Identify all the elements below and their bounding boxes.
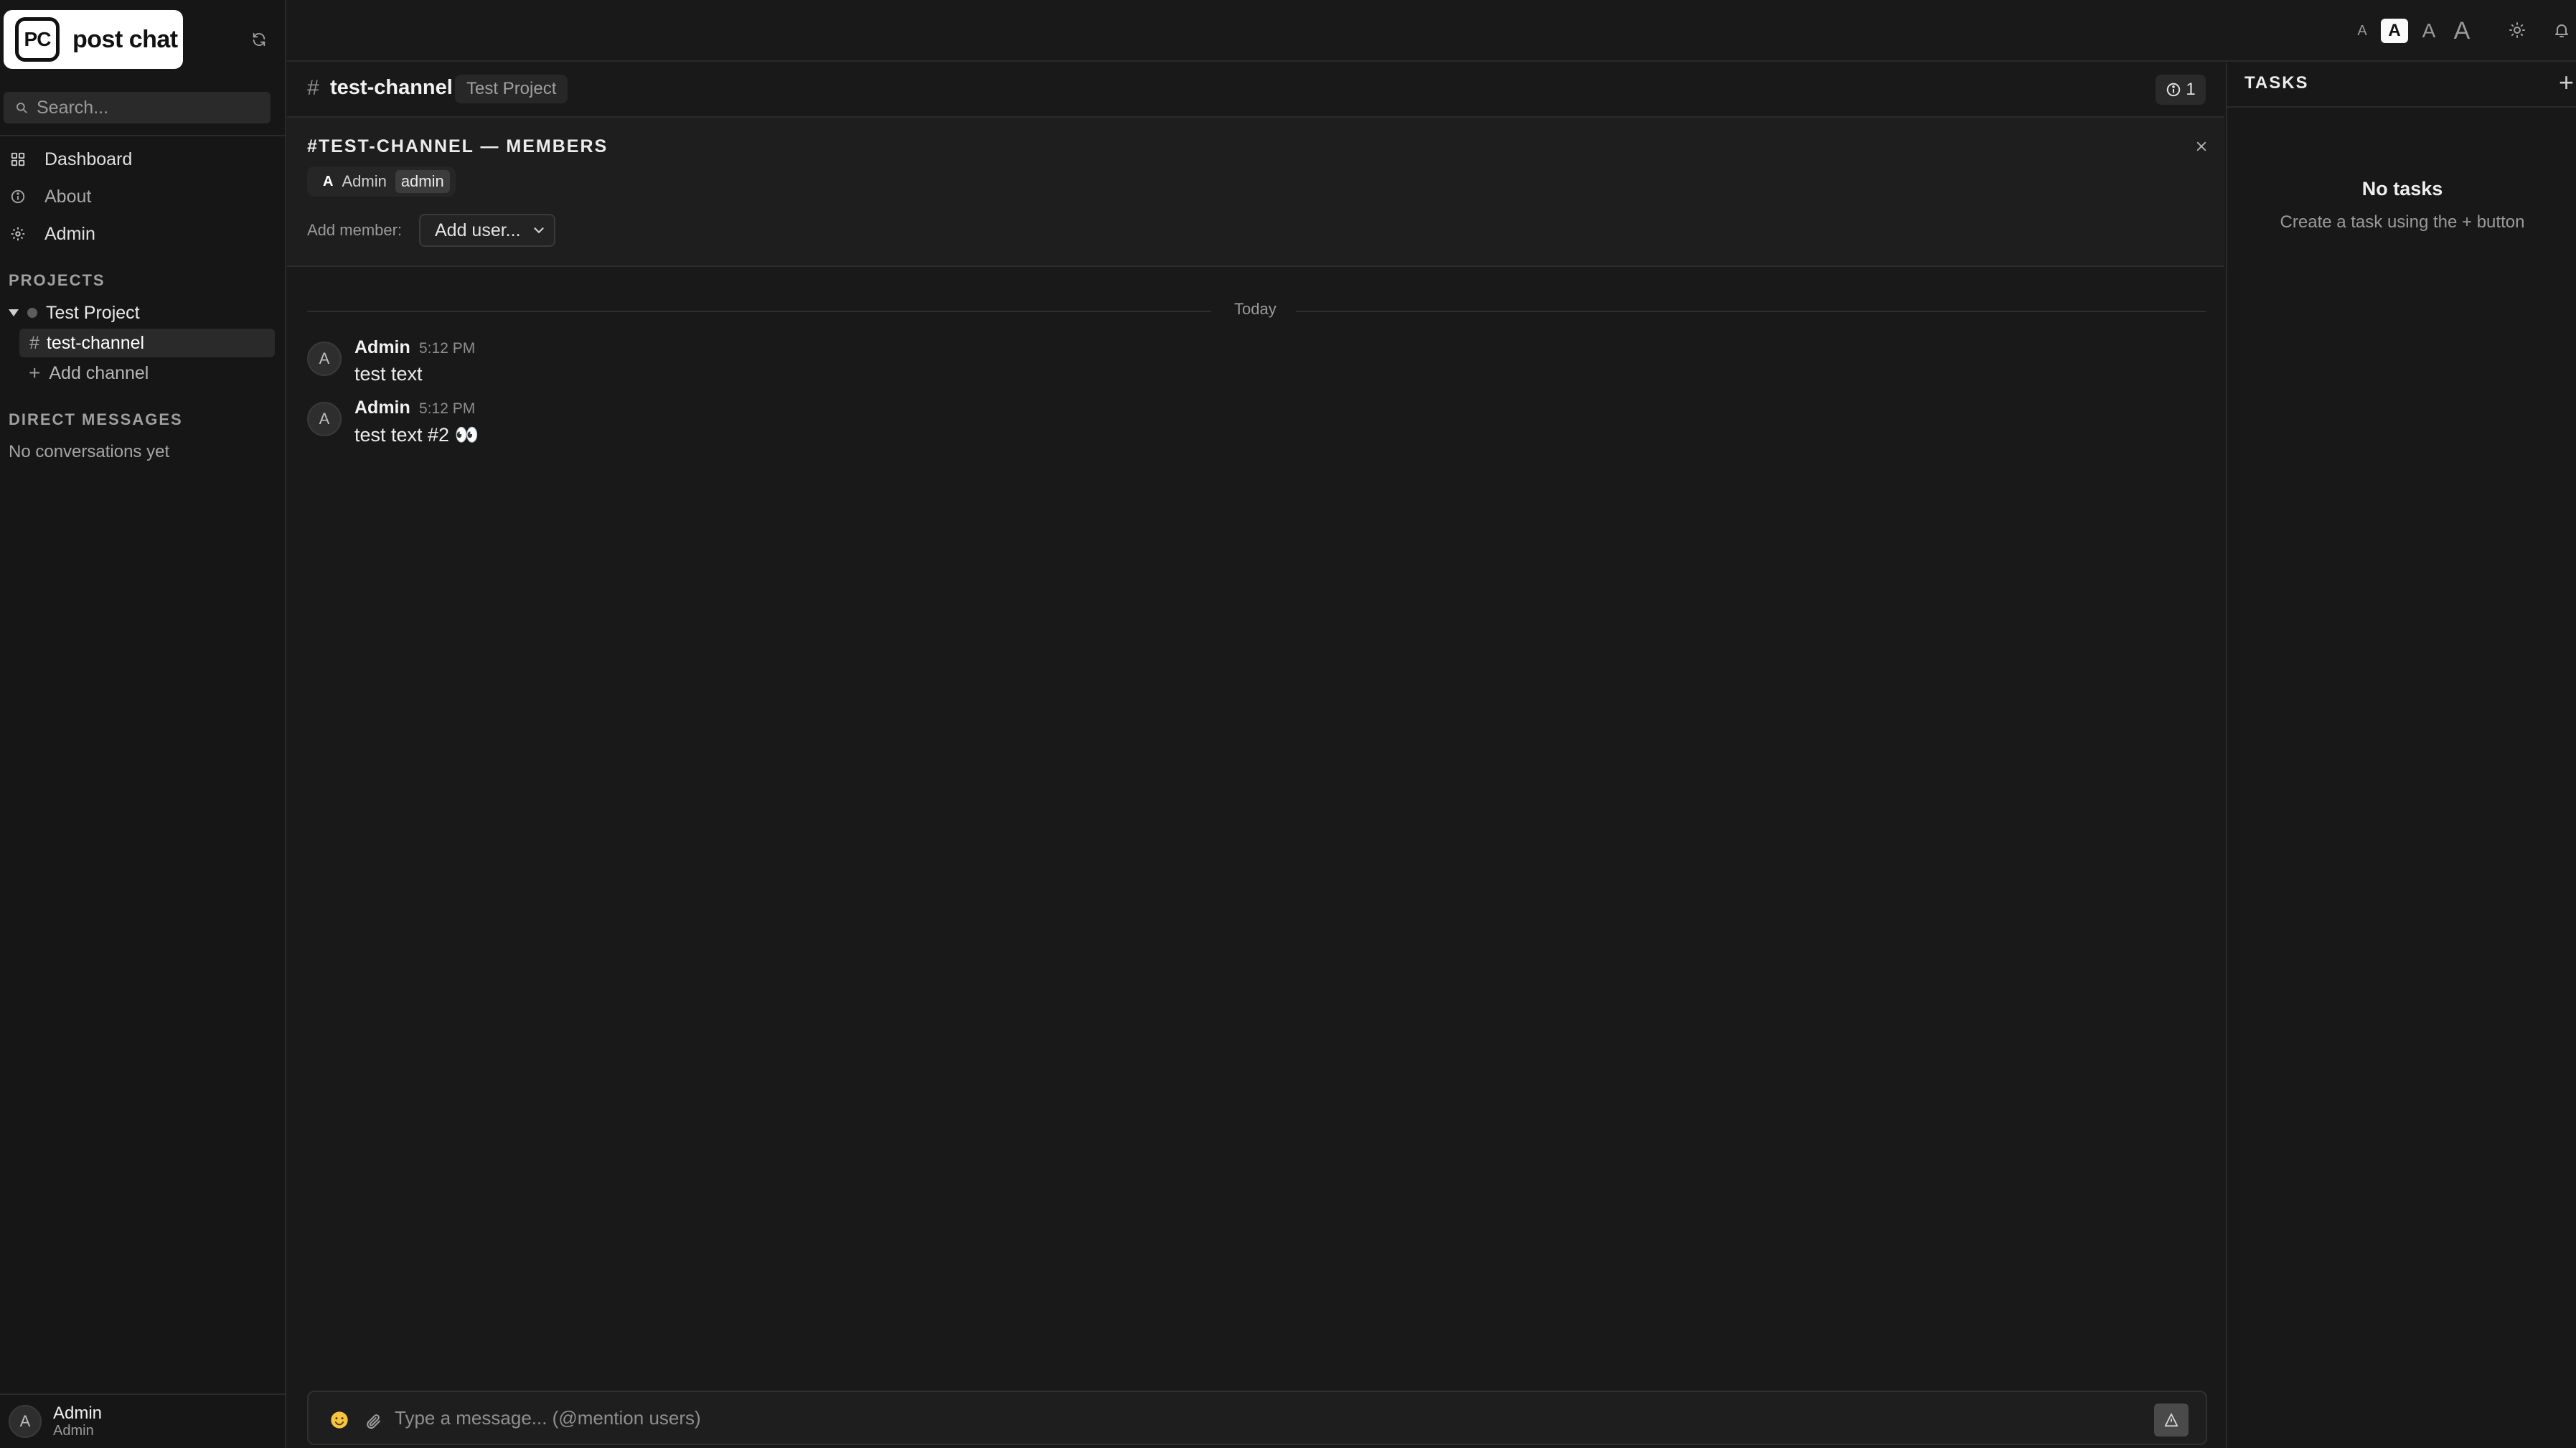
bell-icon[interactable] [2549,17,2575,43]
day-separator-label: Today [1234,300,1277,318]
nav-admin-label: Admin [44,223,95,244]
message-composer [307,1391,2207,1445]
nav-about[interactable]: About [9,181,276,212]
font-size-selector: A A A A [2354,16,2484,46]
user-role: Admin [53,1423,94,1439]
project-badge[interactable]: Test Project [455,75,568,103]
add-channel-button[interactable]: + Add channel [29,359,149,387]
nav-dashboard-label: Dashboard [44,149,133,169]
separator-line [307,311,1211,312]
channel-title: test-channel [330,76,453,99]
member-chip[interactable]: A Admin admin [307,166,456,197]
channel-item-label: test-channel [46,332,145,353]
members-panel-title: #TEST-CHANNEL — MEMBERS [307,136,608,156]
direct-messages-heading: DIRECT MESSAGES [9,410,183,428]
channel-info-button[interactable]: 1 [2156,75,2206,105]
avatar: A [307,342,342,376]
day-separator: Today [307,300,2206,321]
info-icon [2167,83,2181,97]
member-role-badge: admin [395,170,450,193]
message-text: test text #2 👀 [354,424,479,446]
paperclip-icon[interactable] [362,1409,386,1434]
add-member-label: Add member: [307,221,403,239]
info-icon [9,187,27,206]
brand-name: post chat [72,25,178,53]
dm-empty-text: No conversations yet [9,442,170,461]
font-size-medium-button[interactable]: A [2381,19,2408,43]
project-dot [27,308,37,318]
gear-icon [9,225,27,243]
send-button[interactable] [2154,1404,2189,1437]
member-name: Admin [342,172,387,190]
search-box[interactable] [4,92,271,123]
top-bar: A A A A [287,0,2576,62]
avatar: A [9,1405,42,1438]
message-text: test text [354,363,423,385]
project-item-test-project[interactable]: Test Project [9,298,276,327]
tasks-empty-subtitle: Create a task using the + button [2280,212,2525,232]
add-member-select[interactable]: Add user... [419,214,555,247]
user-name: Admin [53,1404,103,1423]
hash-icon: # [29,332,39,353]
refresh-icon[interactable] [247,27,271,52]
caret-down-icon[interactable] [9,309,19,316]
add-member-select-value: Add user... [435,220,521,240]
channel-header: # test-channel Test Project 1 [287,63,2224,118]
font-size-large-button[interactable]: A [2418,19,2440,42]
message-time: 5:12 PM [419,340,476,357]
chevron-down-icon [531,222,547,243]
member-initial: A [323,173,334,189]
emoji-icon[interactable] [327,1408,352,1432]
message-time: 5:12 PM [419,400,476,417]
font-size-small-button[interactable]: A [2354,23,2371,39]
close-icon[interactable] [2190,135,2213,158]
members-panel: #TEST-CHANNEL — MEMBERS A Admin admin Ad… [287,118,2224,267]
search-input[interactable] [37,97,266,118]
nav-admin[interactable]: Admin [9,218,276,250]
brand-logo[interactable]: PC post chat [4,10,183,69]
project-name: Test Project [46,302,140,323]
nav-dashboard[interactable]: Dashboard [9,144,276,175]
separator-line [1296,311,2206,312]
avatar: A [307,402,342,436]
sidebar-divider [0,135,286,136]
message-item[interactable]: A Admin 5:12 PM test text [307,337,2206,395]
message-input[interactable] [395,1402,2088,1434]
channel-item-test-channel[interactable]: # test-channel [19,329,275,357]
sun-icon[interactable] [2504,17,2530,43]
tasks-panel: TASKS + No tasks Create a task using the… [2226,63,2576,1448]
hash-icon: # [307,76,319,100]
font-size-xlarge-button[interactable]: A [2450,17,2474,45]
plus-icon: + [29,362,41,384]
tasks-empty-title: No tasks [2361,178,2443,199]
grid-icon [9,150,27,169]
member-count: 1 [2186,80,2196,99]
brand-mark: PC [15,17,60,62]
tasks-header: TASKS + [2227,63,2576,108]
send-icon [2164,1413,2178,1427]
add-task-button[interactable]: + [2559,67,2576,98]
sidebar: PC post chat Dashboard Abo [0,0,286,1448]
app-window: PC post chat Dashboard Abo [0,0,2576,1448]
message-author: Admin [354,398,410,418]
nav-about-label: About [44,186,92,207]
projects-heading: PROJECTS [9,271,105,289]
search-icon [17,103,27,113]
user-footer[interactable]: A Admin Admin [0,1393,286,1448]
message-item[interactable]: A Admin 5:12 PM test text #2 👀 [307,398,2206,455]
message-author: Admin [354,337,410,357]
tasks-title: TASKS [2244,73,2309,93]
add-channel-label: Add channel [49,362,149,383]
